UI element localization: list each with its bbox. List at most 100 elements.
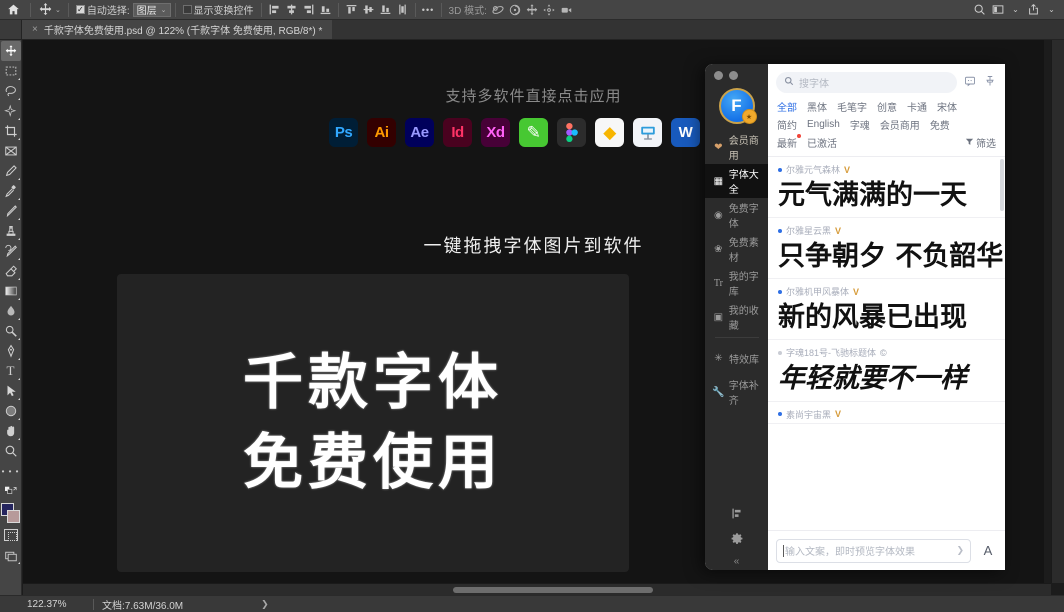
sidebar-item-all-fonts[interactable]: ▦ 字体大全 [705, 164, 768, 198]
sidebar-item-my-favorites[interactable]: ▣ 我的收藏 [705, 300, 768, 334]
brush-tool[interactable] [1, 201, 21, 221]
chevron-right-icon[interactable]: ❯ [956, 545, 964, 556]
list-item[interactable]: 字魂181号-飞驰标题体 © 年轻就要不一样 [768, 340, 1005, 402]
dodge-tool[interactable] [1, 321, 21, 341]
canvas-vertical-scrollbar[interactable] [1051, 40, 1064, 583]
font-size-button[interactable]: A [979, 543, 997, 558]
checkbox-checked-icon[interactable]: ✓ [75, 5, 85, 14]
font-sample[interactable]: 只争朝夕 不负韶华 [778, 237, 1005, 276]
tag-activated[interactable]: 已激活 [807, 135, 837, 150]
minimize-button[interactable] [729, 71, 738, 80]
font-sample[interactable]: 年轻就要不一样 [778, 359, 1005, 398]
auto-select-dropdown[interactable]: 图层 ⌄ [132, 2, 171, 17]
edit-toolbar-button[interactable]: • • • [1, 461, 21, 481]
tag-english[interactable]: English [807, 119, 840, 130]
align-bottom-edges-icon[interactable] [317, 1, 334, 18]
tag-simple[interactable]: 简约 [777, 117, 797, 132]
chevron-down-icon[interactable]: ⌄ [1043, 1, 1060, 18]
sidebar-item-free-fonts[interactable]: ◉ 免费字体 [705, 198, 768, 232]
tag-all[interactable]: 全部 [777, 99, 797, 114]
share-icon[interactable] [1025, 1, 1042, 18]
color-swatches[interactable] [0, 503, 21, 525]
font-list[interactable]: 尔雅元气森林 V 元气满满的一天 尔雅星云黑 V 只争朝夕 不负韶华 尔雅机甲风… [768, 157, 1005, 530]
quick-mask-button[interactable] [1, 525, 21, 545]
tag-cartoon[interactable]: 卡通 [907, 99, 927, 114]
layout-icon[interactable] [705, 500, 768, 526]
clone-stamp-tool[interactable] [1, 221, 21, 241]
spot-healing-brush-tool[interactable] [1, 181, 21, 201]
roll-3d-icon[interactable] [507, 1, 524, 18]
zoom-level[interactable]: 122.37% [23, 599, 93, 610]
close-button[interactable] [714, 71, 723, 80]
eyedropper-tool[interactable] [1, 161, 21, 181]
rectangular-marquee-tool[interactable] [1, 61, 21, 81]
search-input[interactable]: 搜字体 [776, 72, 957, 93]
sidebar-item-vip-commercial[interactable]: ❤ 会员商用 [705, 130, 768, 164]
sidebar-item-font-fill[interactable]: 🔧 字体补齐 [705, 375, 768, 409]
background-color-swatch[interactable] [6, 510, 20, 523]
hand-tool[interactable] [1, 421, 21, 441]
message-icon[interactable] [963, 75, 977, 90]
gear-icon[interactable] [705, 526, 768, 552]
home-icon[interactable] [0, 3, 26, 16]
list-item[interactable]: 素尚宇宙黑 V [768, 402, 1005, 424]
slide-3d-icon[interactable] [541, 1, 558, 18]
list-item[interactable]: 尔雅元气森林 V 元气满满的一天 [768, 157, 1005, 219]
orbit-3d-icon[interactable] [490, 1, 507, 18]
pen-tool[interactable] [1, 341, 21, 361]
pan-3d-icon[interactable] [524, 1, 541, 18]
distribute-vertical-centers-icon[interactable] [360, 1, 377, 18]
align-left-edges-icon[interactable] [266, 1, 283, 18]
zoom-tool[interactable] [1, 441, 21, 461]
checkbox-unchecked-icon[interactable] [182, 5, 192, 14]
chevron-down-icon[interactable]: ⌄ [1007, 1, 1024, 18]
avatar[interactable]: F ★ [718, 88, 757, 124]
camera-3d-icon[interactable] [558, 1, 575, 18]
type-tool[interactable]: T [1, 361, 21, 381]
workspace-icon[interactable] [989, 1, 1006, 18]
path-selection-tool[interactable] [1, 381, 21, 401]
screen-mode-button[interactable] [1, 545, 21, 565]
tag-vip-commercial[interactable]: 会员商用 [880, 117, 920, 132]
tag-songti[interactable]: 宋体 [937, 99, 957, 114]
collapse-sidebar-button[interactable]: « [705, 552, 768, 570]
status-menu-chevron-icon[interactable]: ❯ [261, 599, 269, 610]
distribute-bottom-edges-icon[interactable] [377, 1, 394, 18]
lasso-tool[interactable] [1, 81, 21, 101]
crop-tool[interactable] [1, 121, 21, 141]
list-item[interactable]: 尔雅星云黑 V 只争朝夕 不负韶华 [768, 218, 1005, 280]
gradient-tool[interactable] [1, 281, 21, 301]
auto-select-checkbox[interactable]: ✓ 自动选择: [73, 2, 133, 17]
tag-zihun[interactable]: 字魂 [850, 117, 870, 132]
canvas-horizontal-scrollbar[interactable] [23, 583, 1051, 595]
align-horizontal-centers-icon[interactable] [283, 1, 300, 18]
font-sample[interactable]: 新的风暴已出现 [778, 298, 1005, 337]
preview-text-input[interactable]: 输入文案，即时预览字体效果 ❯ [776, 538, 971, 563]
chevron-down-icon[interactable]: ⌄ [161, 6, 167, 14]
tag-creative[interactable]: 创意 [877, 99, 897, 114]
default-colors-icon[interactable] [1, 481, 21, 501]
distribute-top-edges-icon[interactable] [343, 1, 360, 18]
more-options-button[interactable]: ••• [420, 1, 437, 18]
chevron-down-icon[interactable]: ⌄ [55, 6, 61, 14]
search-icon[interactable] [971, 1, 988, 18]
poster-layer[interactable]: 千款字体 免费使用 [117, 274, 629, 572]
show-transform-controls-checkbox[interactable]: 显示变换控件 [180, 2, 257, 17]
list-item[interactable]: 尔雅机甲风暴体 V 新的风暴已出现 [768, 279, 1005, 341]
move-tool[interactable] [0, 41, 21, 61]
tag-free[interactable]: 免费 [930, 117, 950, 132]
history-brush-tool[interactable] [1, 241, 21, 261]
distribute-horizontal-centers-icon[interactable] [394, 1, 411, 18]
object-selection-tool[interactable] [1, 101, 21, 121]
filter-button[interactable]: 筛选 [965, 135, 996, 150]
frame-tool[interactable] [1, 141, 21, 161]
ellipse-tool[interactable] [1, 401, 21, 421]
blur-tool[interactable] [1, 301, 21, 321]
tag-heiti[interactable]: 黑体 [807, 99, 827, 114]
tag-brush[interactable]: 毛笔字 [837, 99, 867, 114]
font-manager-window[interactable]: F ★ ❤ 会员商用 ▦ 字体大全 ◉ 免费字体 ❀ 免费素材 Tr 我的字库 [705, 64, 1005, 570]
close-icon[interactable]: × [32, 24, 38, 35]
document-tab[interactable]: × 千款字体免费使用.psd @ 122% (千款字体 免费使用, RGB/8*… [22, 20, 333, 39]
eraser-tool[interactable] [1, 261, 21, 281]
tag-newest[interactable]: 最新 [777, 134, 801, 150]
